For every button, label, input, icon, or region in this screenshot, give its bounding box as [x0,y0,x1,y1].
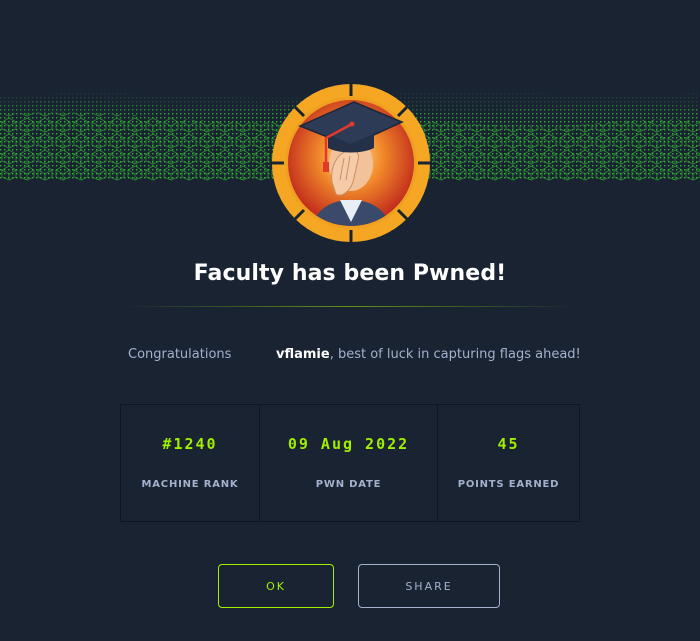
pwned-dialog: Faculty has been Pwned! Congratulations … [0,0,700,641]
share-button[interactable]: SHARE [358,564,500,608]
stat-value: 45 [497,435,520,453]
congrats-message: vflamie, best of luck in capturing flags… [276,347,581,362]
stat-pwn-date: 09 Aug 2022 PWN DATE [260,405,438,521]
stats-panel: #1240 MACHINE RANK 09 Aug 2022 PWN DATE … [120,404,580,522]
dialog-title: Faculty has been Pwned! [193,261,507,286]
stat-label: PWN DATE [315,479,382,490]
ok-button[interactable]: OK [218,564,334,608]
stat-machine-rank: #1240 MACHINE RANK [121,405,260,521]
stat-points-earned: 45 POINTS EARNED [438,405,579,521]
title-divider [125,306,575,307]
message-suffix: , best of luck in capturing flags ahead! [329,347,581,362]
machine-badge-icon [272,84,430,242]
stat-label: POINTS EARNED [457,479,560,490]
stat-value: #1240 [162,435,218,453]
stat-label: MACHINE RANK [141,479,239,490]
stat-value: 09 Aug 2022 [287,435,410,453]
username: vflamie [276,347,330,362]
congrats-label: Congratulations [128,347,232,362]
